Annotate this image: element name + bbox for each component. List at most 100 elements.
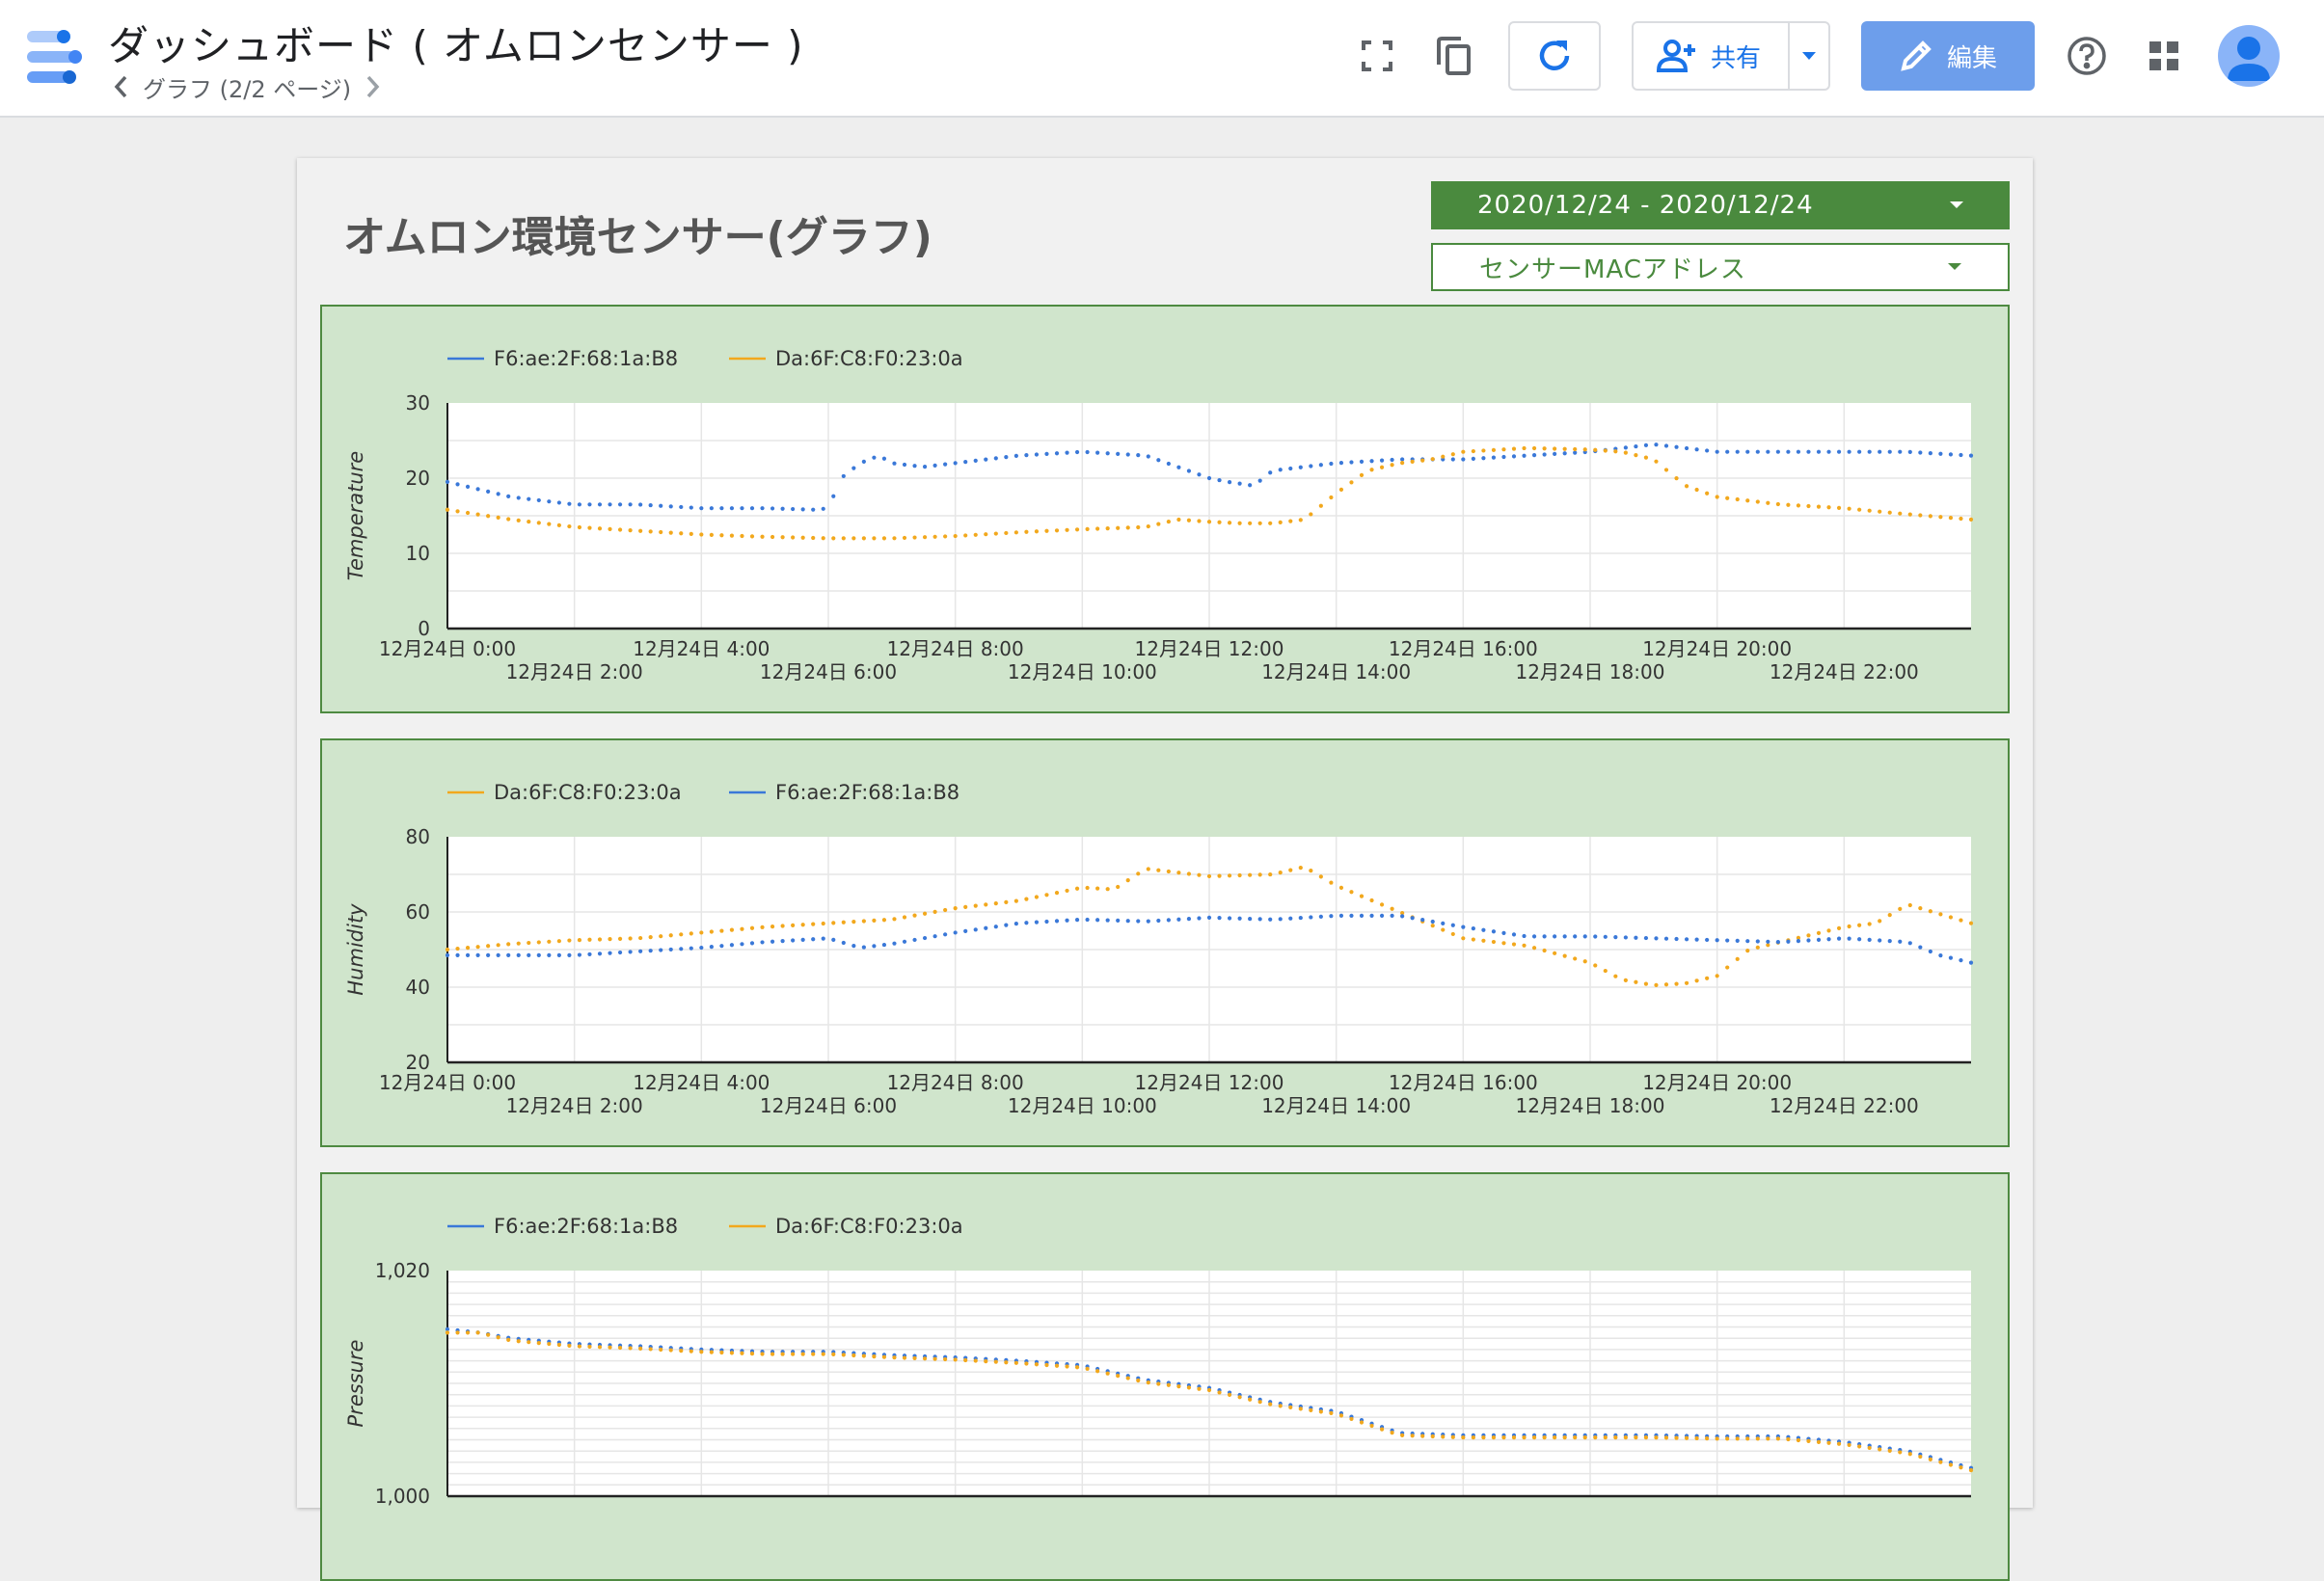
data-point (1694, 487, 1699, 493)
data-point (547, 522, 552, 526)
data-point (1643, 455, 1649, 460)
data-point (1288, 1405, 1293, 1409)
data-point (902, 462, 907, 468)
date-range-control[interactable]: 2020/12/24 - 2020/12/24 (1431, 181, 2010, 229)
data-point (1694, 447, 1699, 452)
data-point (821, 536, 825, 541)
x-tick-label: 12月24日 8:00 (887, 637, 1024, 660)
data-point (628, 528, 633, 533)
data-point (1684, 445, 1689, 451)
data-point (1318, 914, 1323, 919)
data-point (516, 941, 521, 946)
data-point (699, 532, 704, 537)
data-point (1136, 871, 1141, 876)
data-point (1786, 939, 1791, 944)
data-point (1531, 1435, 1537, 1440)
data-point (1116, 918, 1121, 923)
data-point (943, 462, 948, 467)
data-point (1511, 932, 1517, 937)
refresh-button[interactable] (1508, 21, 1601, 91)
data-point (567, 1343, 572, 1349)
data-point (679, 504, 684, 510)
humidity-chart[interactable]: 20 40 60 80 Humidity 12月24日 0:00 12月24日 4:00 12… (320, 738, 2010, 1147)
data-point (1959, 452, 1963, 458)
edit-button[interactable]: 編集 (1861, 21, 2035, 91)
data-point (1907, 449, 1912, 454)
data-point (943, 932, 948, 937)
data-point (1450, 931, 1455, 937)
pressure-chart[interactable]: 1,000 1,020 Pressure F6:ae:2F:68:1a:B8 Da:6F… (320, 1172, 2010, 1581)
data-point (1338, 913, 1344, 918)
data-point (1197, 1386, 1202, 1391)
caret-down-icon[interactable] (1790, 23, 1828, 89)
temperature-chart[interactable]: 0 10 20 30 Temperature 12月24日 0:00 12月24日 4:00… (320, 305, 2010, 713)
data-point (872, 918, 877, 923)
data-point (1948, 915, 1954, 920)
data-point (536, 1341, 541, 1346)
data-point (953, 461, 958, 466)
data-point (1369, 913, 1374, 918)
data-point (1410, 1434, 1415, 1438)
data-point (1349, 890, 1354, 895)
copy-icon[interactable] (1427, 29, 1481, 83)
data-point (455, 509, 460, 514)
data-point (597, 951, 603, 956)
data-point (841, 536, 846, 541)
help-icon[interactable] (2060, 29, 2114, 83)
data-point (1634, 935, 1638, 940)
account-avatar-icon[interactable] (2218, 25, 2280, 87)
data-point (455, 482, 460, 487)
apps-grid-icon[interactable] (2137, 29, 2191, 83)
data-point (1796, 939, 1801, 944)
data-point (1705, 976, 1710, 980)
page-indicator[interactable]: グラフ (2/2 ページ) (143, 70, 351, 104)
data-point (1004, 1360, 1009, 1365)
data-point (577, 502, 582, 507)
data-point (1836, 936, 1842, 941)
data-point (1085, 526, 1090, 531)
data-point (1715, 938, 1719, 943)
data-point (1217, 1390, 1222, 1395)
fullscreen-icon[interactable] (1350, 29, 1404, 83)
share-main[interactable]: 共有 (1634, 23, 1791, 89)
app-title[interactable]: ダッシュボード ( オムロンセンサー ) (108, 13, 804, 72)
data-point (953, 1357, 958, 1362)
data-point (1065, 527, 1069, 532)
chevron-left-icon[interactable] (108, 69, 133, 104)
x-tick-label: 12月24日 4:00 (633, 1071, 770, 1094)
data-point (1806, 449, 1811, 454)
data-point (1816, 449, 1822, 454)
data-point (699, 1350, 704, 1354)
data-point (1694, 937, 1699, 942)
data-point (556, 500, 561, 505)
data-point (709, 929, 714, 934)
data-point (740, 1351, 744, 1355)
data-point (556, 523, 561, 527)
data-point (1024, 453, 1029, 458)
data-point (1959, 958, 1963, 963)
data-point (1013, 453, 1018, 459)
data-point (912, 913, 917, 918)
data-point (780, 1352, 785, 1356)
data-point (770, 1352, 775, 1356)
data-point (719, 928, 724, 933)
data-point (1074, 527, 1080, 532)
mac-address-filter[interactable]: センサーMACアドレス (1431, 243, 2010, 291)
data-point (1623, 978, 1628, 983)
data-point (1268, 917, 1273, 922)
data-point (800, 923, 805, 927)
data-point (1715, 1436, 1719, 1441)
data-point (1116, 1374, 1121, 1379)
chevron-right-icon[interactable] (361, 69, 386, 104)
share-button[interactable]: 共有 (1632, 21, 1830, 91)
data-point (1248, 1397, 1253, 1402)
data-point (1309, 869, 1313, 873)
data-point (1156, 918, 1161, 924)
data-point (811, 922, 816, 926)
data-point (1379, 913, 1385, 918)
data-point (1430, 924, 1435, 928)
data-point (1775, 449, 1780, 454)
data-studio-logo-icon[interactable] (25, 27, 85, 87)
data-point (1491, 939, 1497, 945)
data-point (932, 534, 937, 539)
